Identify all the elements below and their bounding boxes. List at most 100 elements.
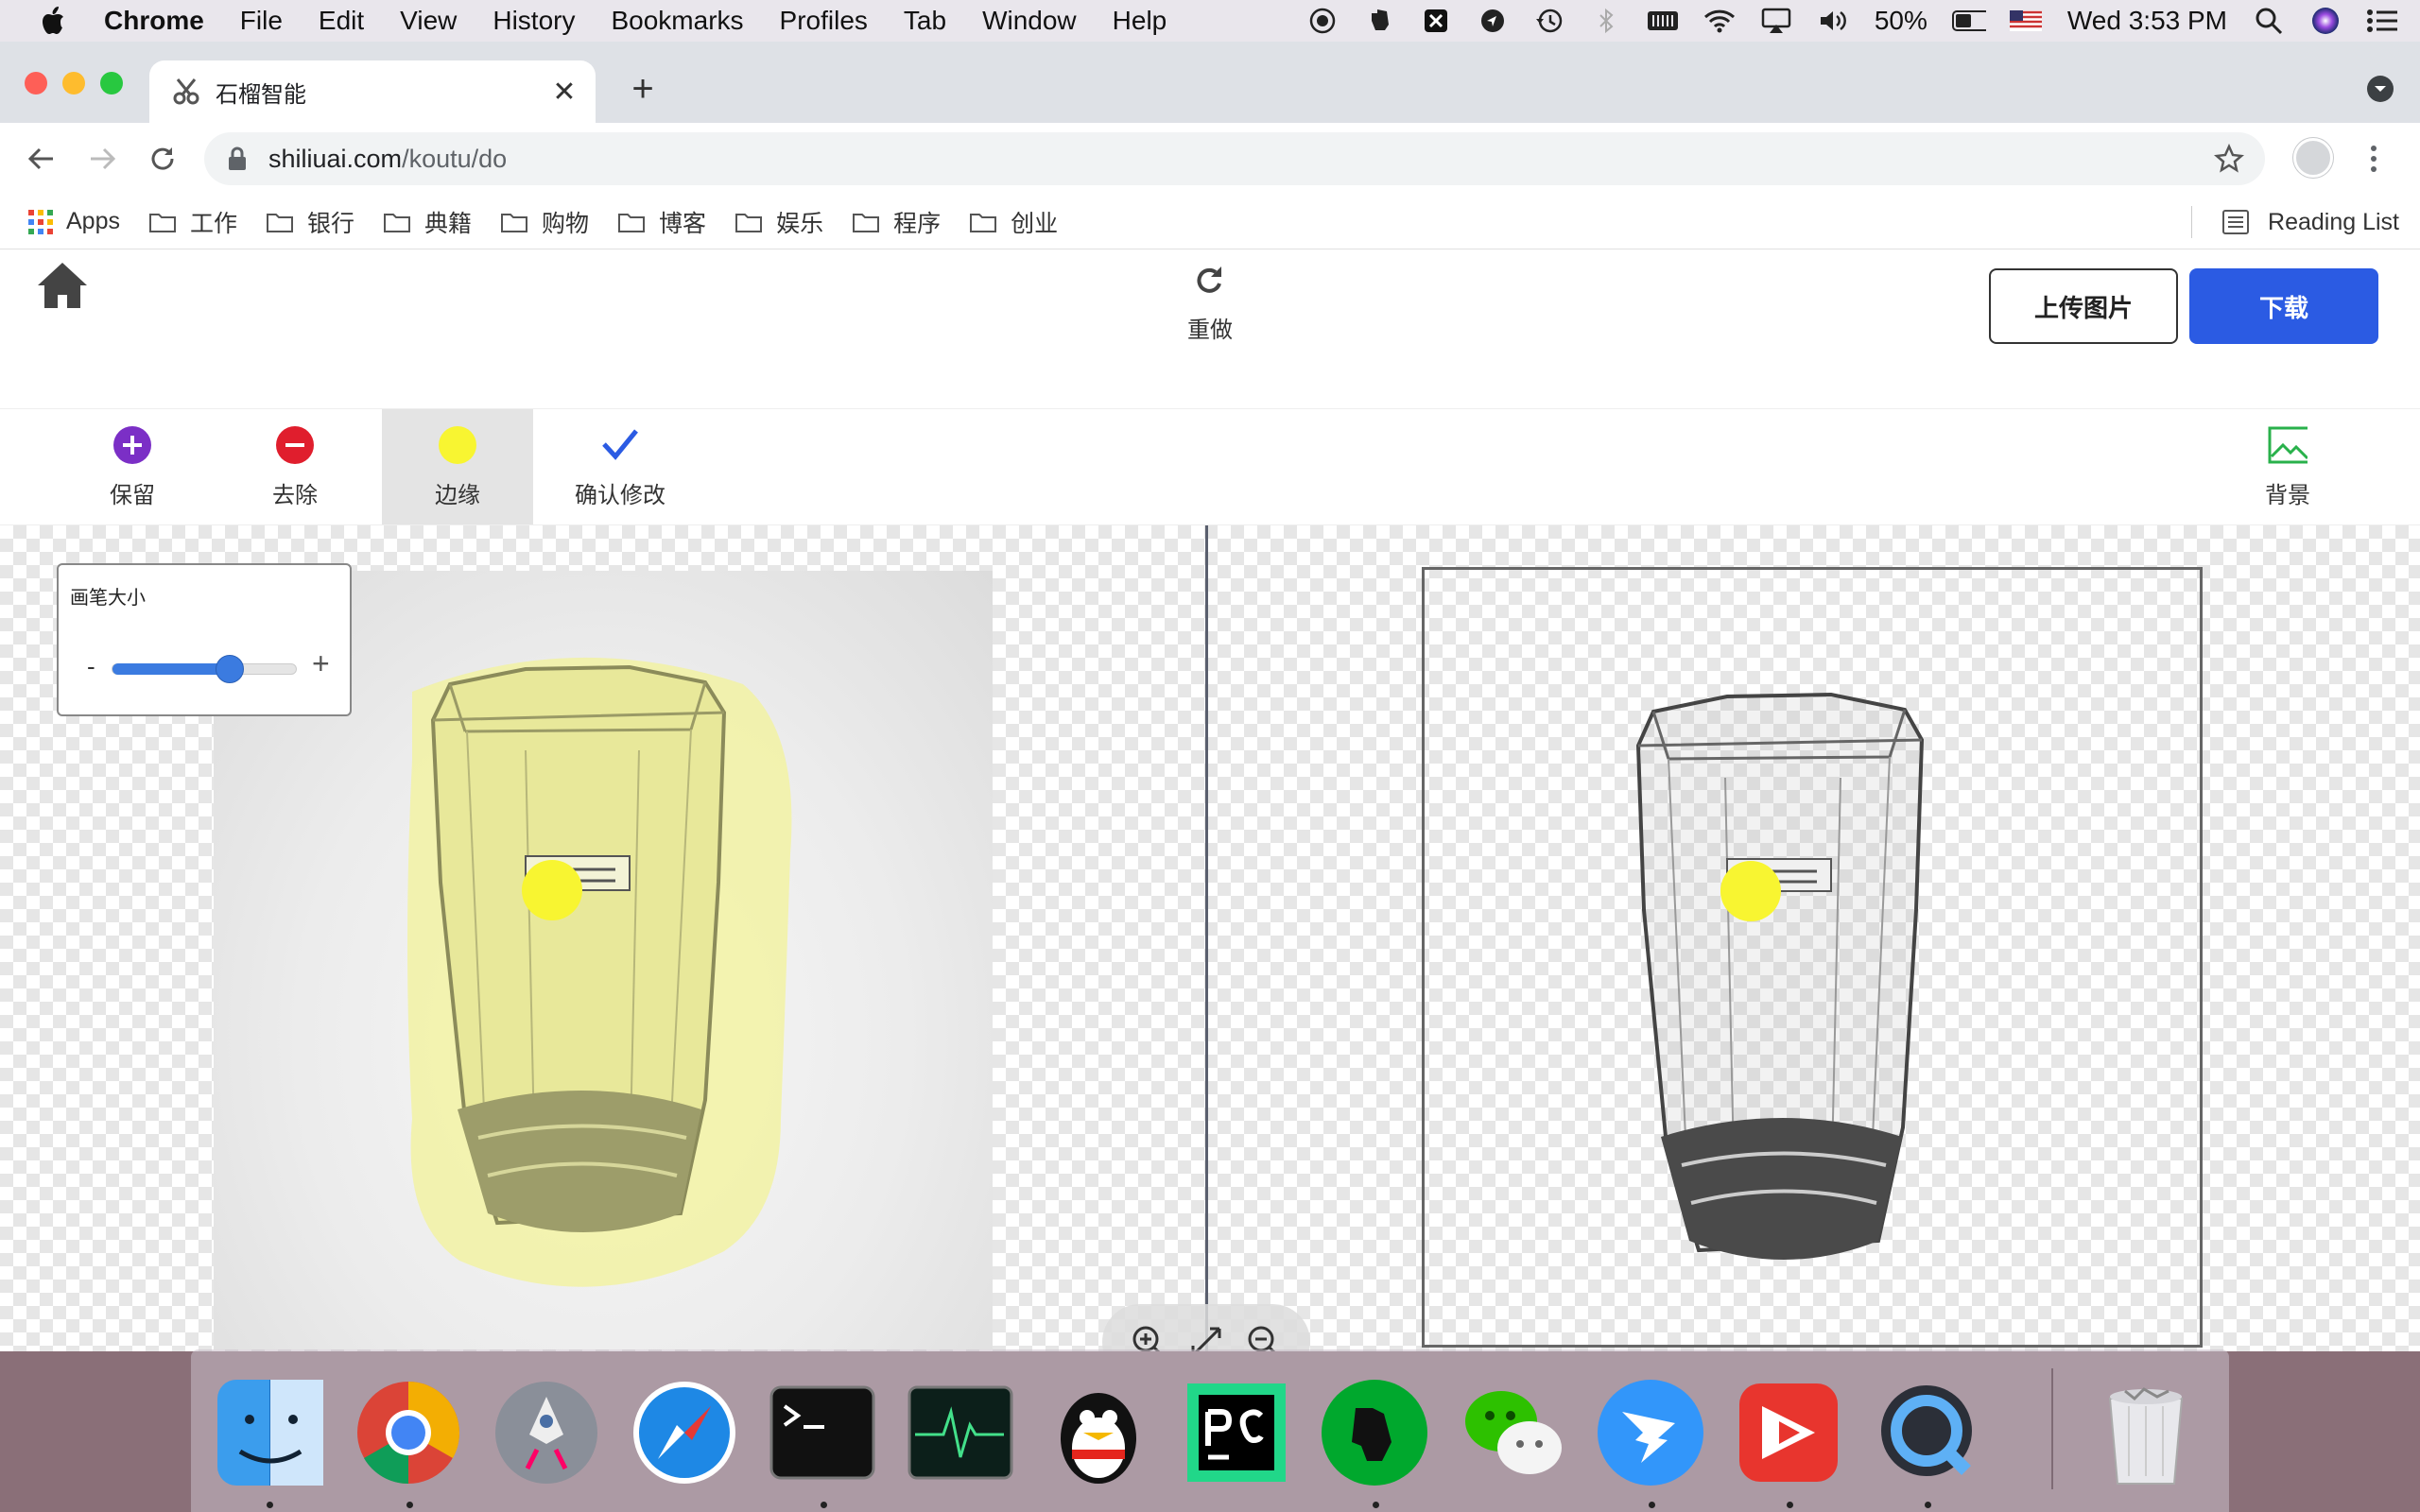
qq-icon[interactable] — [1040, 1374, 1157, 1491]
forward-arrow-icon[interactable] — [83, 140, 121, 178]
zoom-window-button[interactable] — [100, 72, 123, 94]
home-icon[interactable] — [36, 261, 89, 310]
zoom-out-icon[interactable] — [1245, 1323, 1283, 1351]
brush-size-increase[interactable]: + — [312, 646, 330, 681]
capture-status-icon[interactable] — [1419, 7, 1453, 35]
apple-icon[interactable] — [25, 0, 81, 42]
launchpad-icon[interactable] — [488, 1374, 605, 1491]
confirm-changes-label: 确认修改 — [575, 482, 666, 508]
compare-divider[interactable] — [1205, 525, 1208, 1351]
keep-tool-button[interactable]: 保留 — [57, 409, 208, 524]
wechat-icon[interactable] — [1454, 1374, 1571, 1491]
remove-tool-button[interactable]: 去除 — [219, 409, 371, 524]
memory-status-icon[interactable] — [1646, 7, 1680, 35]
battery-icon[interactable] — [1951, 7, 1986, 35]
menu-view[interactable]: View — [400, 6, 457, 36]
brush-size-slider[interactable] — [112, 655, 297, 683]
bookmark-folder-bank[interactable]: 银行 — [266, 205, 354, 239]
download-button[interactable]: 下载 — [2189, 268, 2378, 344]
background-button[interactable]: 背景 — [2212, 409, 2363, 524]
activity-monitor-icon[interactable] — [902, 1374, 1019, 1491]
reading-list-icon — [2222, 210, 2250, 234]
chrome-menu-icon[interactable] — [2360, 140, 2388, 178]
menu-tab[interactable]: Tab — [904, 6, 946, 36]
siri-icon[interactable] — [2308, 7, 2342, 35]
menu-history[interactable]: History — [493, 6, 575, 36]
bookmark-folder-blog[interactable]: 博客 — [617, 205, 706, 239]
bookmark-folder-programs[interactable]: 程序 — [852, 205, 941, 239]
folder-icon — [384, 213, 411, 232]
time-machine-icon[interactable] — [1532, 7, 1566, 35]
notification-center-icon[interactable] — [2365, 7, 2399, 35]
back-arrow-icon[interactable] — [23, 140, 60, 178]
clock[interactable]: Wed 3:53 PM — [2067, 6, 2227, 36]
brush-size-decrease[interactable]: - — [87, 652, 95, 681]
edge-tool-label: 边缘 — [435, 482, 480, 508]
menu-profiles[interactable]: Profiles — [780, 6, 868, 36]
bookmark-folder-classics[interactable]: 典籍 — [383, 205, 472, 239]
reading-list-button[interactable]: Reading List — [2222, 195, 2399, 249]
new-tab-button[interactable]: + — [624, 68, 662, 110]
safari-icon[interactable] — [626, 1374, 743, 1491]
bookmark-label: 程序 — [893, 210, 942, 237]
folder-icon — [853, 213, 880, 232]
bookmark-apps[interactable]: Apps — [28, 208, 120, 235]
spotlight-search-icon[interactable] — [2252, 7, 2286, 35]
tab-search-button[interactable] — [2367, 76, 2394, 102]
minimize-window-button[interactable] — [62, 72, 85, 94]
menu-bookmarks[interactable]: Bookmarks — [611, 6, 743, 36]
trash-icon[interactable] — [2087, 1374, 2204, 1491]
screen-capture-app-icon[interactable] — [1730, 1374, 1847, 1491]
lock-icon[interactable] — [227, 146, 248, 171]
evernote-icon[interactable] — [1316, 1374, 1433, 1491]
us-flag-icon[interactable] — [2009, 7, 2043, 35]
menu-help[interactable]: Help — [1113, 6, 1167, 36]
terminal-icon[interactable] — [764, 1374, 881, 1491]
finder-icon[interactable] — [212, 1374, 329, 1491]
terminal-running-dot — [821, 1502, 827, 1508]
address-bar[interactable]: shiliuai.com/koutu/do — [204, 132, 2265, 185]
active-tab[interactable]: 石榴智能 ✕ — [149, 60, 596, 123]
bookmark-label: 购物 — [542, 210, 590, 237]
bookmark-folder-shopping[interactable]: 购物 — [500, 205, 589, 239]
edge-tool-button[interactable]: 边缘 — [382, 409, 533, 524]
bookmark-folder-startup[interactable]: 创业 — [969, 205, 1058, 239]
chrome-icon[interactable] — [350, 1374, 467, 1491]
bookmark-label: Apps — [66, 208, 120, 234]
menu-file[interactable]: File — [240, 6, 283, 36]
confirm-changes-button[interactable]: 确认修改 — [544, 409, 696, 524]
evernote-status-icon[interactable] — [1362, 7, 1396, 35]
airplay-icon[interactable] — [1759, 7, 1793, 35]
volume-icon[interactable] — [1816, 7, 1850, 35]
upload-image-button[interactable]: 上传图片 — [1989, 268, 2178, 344]
bookmark-star-icon[interactable] — [2214, 144, 2244, 174]
brush-size-slider-thumb[interactable] — [216, 655, 245, 683]
url-text[interactable]: shiliuai.com/koutu/do — [268, 145, 507, 174]
tab-strip: 石榴智能 ✕ + — [0, 42, 2420, 123]
redo-button[interactable]: 重做 — [1163, 263, 1257, 344]
bookmark-folder-work[interactable]: 工作 — [148, 205, 237, 239]
menu-chrome[interactable]: Chrome — [104, 6, 204, 36]
dingtalk-icon[interactable] — [1592, 1374, 1709, 1491]
close-tab-icon[interactable]: ✕ — [550, 77, 579, 108]
reload-icon[interactable] — [144, 140, 182, 178]
profile-avatar[interactable] — [2293, 138, 2333, 178]
redo-icon — [1197, 266, 1221, 293]
menu-window[interactable]: Window — [982, 6, 1077, 36]
fit-screen-icon[interactable] — [1187, 1323, 1225, 1351]
menu-edit[interactable]: Edit — [319, 6, 364, 36]
checkmark-icon — [602, 428, 638, 460]
quicktime-icon[interactable] — [1868, 1374, 1985, 1491]
wifi-icon[interactable] — [1703, 7, 1737, 35]
keep-tool-label: 保留 — [110, 482, 155, 508]
pycharm-icon[interactable] — [1178, 1374, 1295, 1491]
yellow-circle-icon — [439, 425, 476, 464]
screen-record-icon[interactable] — [1305, 7, 1340, 35]
close-window-button[interactable] — [25, 72, 47, 94]
background-label: 背景 — [2265, 482, 2310, 508]
bookmark-label: 博客 — [659, 210, 707, 237]
location-status-icon[interactable] — [1476, 7, 1510, 35]
bluetooth-icon[interactable] — [1589, 7, 1623, 35]
bookmark-folder-entertainment[interactable]: 娱乐 — [735, 205, 823, 239]
zoom-in-icon[interactable] — [1130, 1323, 1167, 1351]
